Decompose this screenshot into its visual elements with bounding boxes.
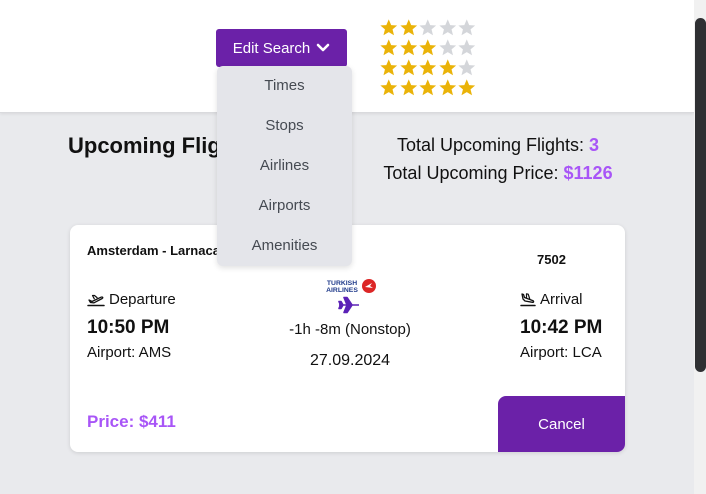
star-filled-icon [419, 59, 437, 76]
star-filled-icon [399, 39, 417, 56]
flight-price: Price: $411 [87, 412, 176, 431]
star-rating-5[interactable] [379, 78, 477, 98]
airline-logo: TURKISH AIRLINES [326, 279, 376, 294]
departure-airport: Airport: AMS [87, 344, 172, 361]
dropdown-item-amenities[interactable]: Amenities [217, 226, 352, 266]
total-price-value: $1126 [563, 163, 613, 183]
departure-label-text: Departure [109, 291, 176, 308]
airline-logo-text-bottom: AIRLINES [326, 287, 358, 294]
star-filled-icon [438, 59, 456, 76]
arrival-label: Arrival [520, 291, 583, 308]
edit-search-dropdown: Times Stops Airlines Airports Amenities [217, 66, 352, 266]
total-price: Total Upcoming Price: $1126 [360, 161, 636, 189]
airplane-icon [338, 296, 359, 314]
star-filled-icon [438, 79, 456, 96]
flight-number: 7502 [537, 252, 566, 267]
star-empty-icon [458, 39, 476, 56]
star-rating-2[interactable] [379, 18, 477, 38]
star-filled-icon [458, 79, 476, 96]
star-filled-icon [380, 19, 398, 36]
star-filled-icon [380, 79, 398, 96]
star-filled-icon [380, 39, 398, 56]
star-empty-icon [458, 19, 476, 36]
star-empty-icon [438, 19, 456, 36]
dropdown-item-times[interactable]: Times [217, 66, 352, 106]
flight-duration: -1h -8m (Nonstop) [289, 321, 411, 338]
airline-logo-text-top: TURKISH [327, 280, 357, 287]
star-empty-icon [458, 59, 476, 76]
total-flights-value: 3 [589, 135, 600, 155]
star-filled-icon [380, 59, 398, 76]
dropdown-item-stops[interactable]: Stops [217, 106, 352, 146]
flight-route: Amsterdam - Larnaca [87, 243, 220, 258]
arrival-label-text: Arrival [540, 291, 583, 308]
dropdown-item-airports[interactable]: Airports [217, 186, 352, 226]
star-rating-3[interactable] [379, 38, 477, 58]
star-filled-icon [399, 79, 417, 96]
star-empty-icon [438, 39, 456, 56]
total-flights: Total Upcoming Flights: 3 [360, 133, 636, 161]
star-rating-4[interactable] [379, 58, 477, 78]
departure-label: Departure [87, 291, 176, 308]
star-filled-icon [419, 79, 437, 96]
star-empty-icon [419, 19, 437, 36]
total-price-label: Total Upcoming Price: [383, 163, 559, 183]
edit-search-label: Edit Search [232, 39, 311, 57]
total-flights-label: Total Upcoming Flights: [396, 135, 585, 155]
flight-date: 27.09.2024 [309, 352, 391, 369]
chevron-down-icon [316, 43, 330, 52]
arrival-time: 10:42 PM [520, 317, 603, 338]
star-filled-icon [419, 39, 437, 56]
departure-time: 10:50 PM [87, 317, 170, 338]
edit-search-button[interactable]: Edit Search [216, 29, 347, 67]
totals-summary: Total Upcoming Flights: 3 Total Upcoming… [360, 133, 636, 189]
star-rating-filter [379, 18, 477, 98]
star-filled-icon [399, 19, 417, 36]
dropdown-item-airlines[interactable]: Airlines [217, 146, 352, 186]
star-filled-icon [399, 59, 417, 76]
takeoff-icon [87, 294, 105, 306]
arrival-airport: Airport: LCA [520, 344, 602, 361]
scrollbar-thumb[interactable] [695, 18, 706, 372]
cancel-button[interactable]: Cancel [498, 396, 625, 452]
landing-icon [520, 292, 536, 306]
